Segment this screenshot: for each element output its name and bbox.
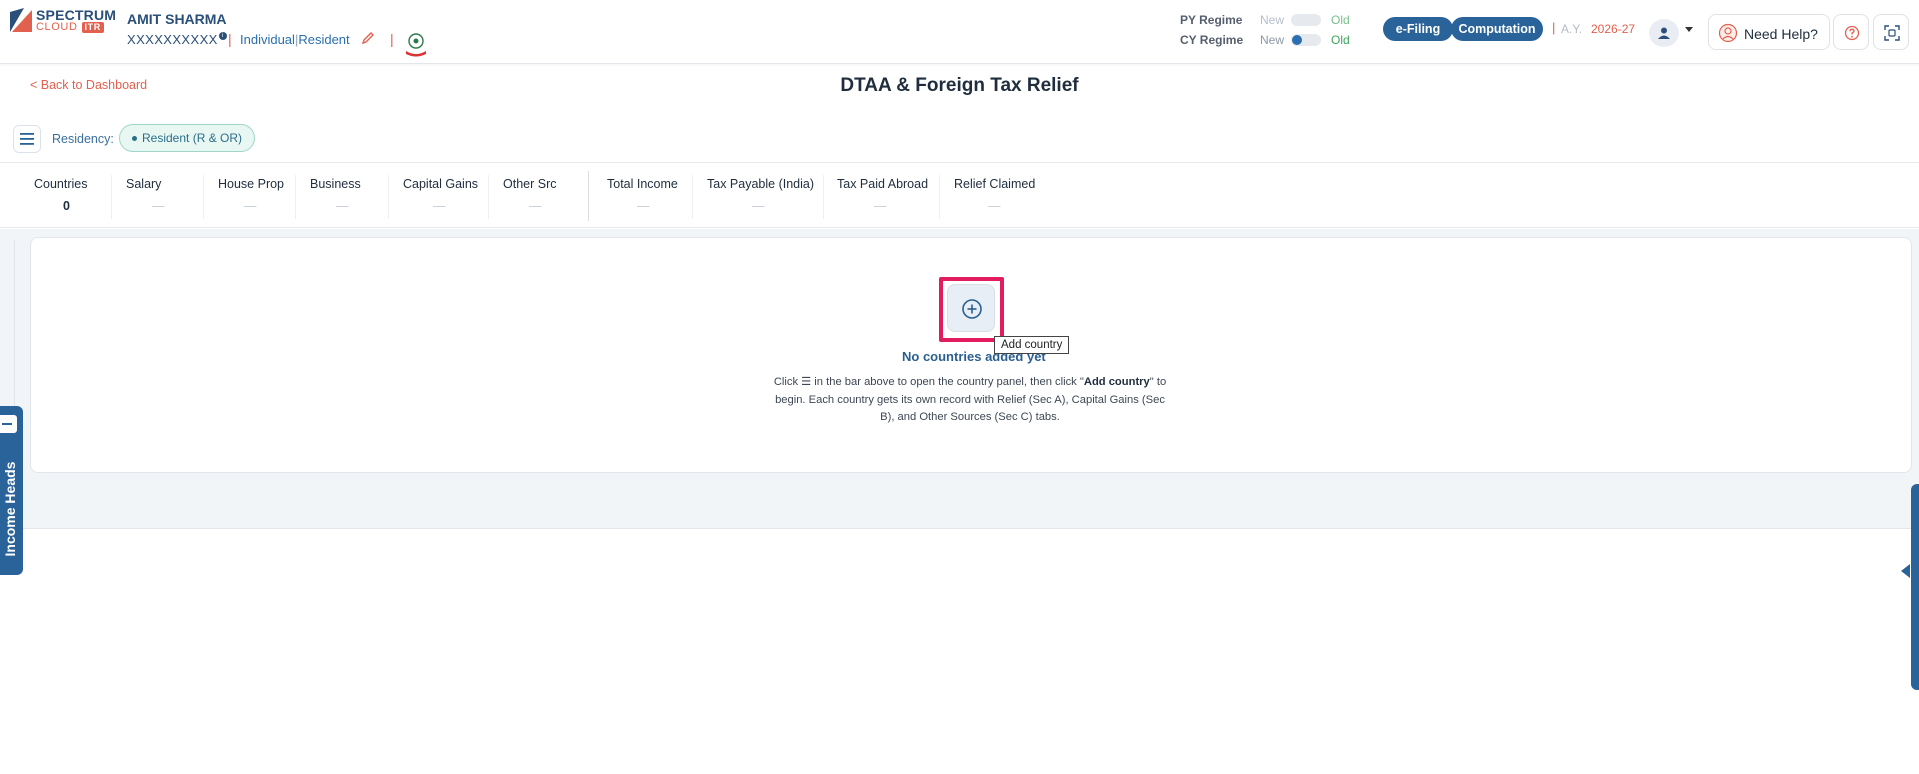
- ay-separator: |: [1552, 20, 1556, 35]
- separator-2: |: [390, 31, 394, 47]
- cy-regime-label: CY Regime: [1180, 33, 1244, 47]
- ay-value[interactable]: 2026-27: [1591, 22, 1635, 36]
- stat-value: —: [637, 199, 650, 213]
- chevron-down-icon[interactable]: [1685, 27, 1693, 32]
- scan-icon: [1884, 25, 1900, 41]
- separator: |: [228, 31, 232, 47]
- stat-label: Capital Gains: [403, 177, 479, 191]
- residency-label: Residency:: [52, 132, 114, 146]
- top-header: SPECTRUM CLOUD ITR AMIT SHARMA XXXXXXXXXX…: [0, 0, 1919, 64]
- efiling-button[interactable]: e-Filing: [1383, 17, 1453, 41]
- panel-divider: [14, 240, 15, 410]
- stat-value: —: [752, 199, 765, 213]
- income-heads-label: Income Heads: [2, 461, 18, 557]
- stat-label: Countries: [34, 177, 88, 191]
- stat-divider: [111, 175, 112, 219]
- status-dot: [132, 136, 137, 141]
- need-help-button[interactable]: Need Help?: [1708, 14, 1830, 50]
- cy-regime-old: Old: [1331, 33, 1350, 47]
- stat-divider: [203, 175, 204, 219]
- emblem-icon: [406, 33, 426, 57]
- stat-value: —: [152, 199, 165, 213]
- stat-label: Other Src: [503, 177, 557, 191]
- pencil-icon[interactable]: [361, 31, 375, 45]
- info-icon[interactable]: i: [218, 32, 227, 40]
- residency-status-label: Resident: [298, 32, 350, 47]
- stat-divider-main: [588, 171, 589, 221]
- empty-state-description: Click ☰ in the bar above to open the cou…: [770, 374, 1170, 427]
- support-agent-icon: [1718, 23, 1738, 43]
- add-country-button[interactable]: [947, 284, 995, 332]
- right-side-panel-tab[interactable]: [1911, 484, 1919, 690]
- stat-label: Business: [310, 177, 361, 191]
- category-label: Individual: [240, 32, 295, 47]
- pan-number: XXXXXXXXXX: [127, 32, 218, 47]
- question-circle-icon: [1844, 25, 1860, 41]
- chevron-left-icon[interactable]: [1901, 564, 1910, 578]
- stat-label: Salary: [126, 177, 162, 191]
- stat-divider: [692, 175, 693, 219]
- summary-stats-bar: Countries 0 Salary — House Prop — Busine…: [0, 162, 1919, 228]
- stat-value: —: [874, 199, 887, 213]
- computation-button[interactable]: Computation: [1451, 17, 1543, 41]
- stat-value: —: [988, 199, 1001, 213]
- need-help-label: Need Help?: [1744, 26, 1818, 42]
- stat-label: Tax Payable (India): [707, 177, 815, 191]
- stat-value: —: [336, 199, 349, 213]
- plus-circle-icon: [962, 299, 982, 319]
- ay-label: A.Y.: [1561, 22, 1583, 36]
- scan-button[interactable]: [1873, 14, 1909, 50]
- user-name: AMIT SHARMA: [127, 11, 227, 27]
- logo-mark-icon: [10, 8, 32, 32]
- user-menu-button[interactable]: [1649, 19, 1679, 47]
- py-regime-old: Old: [1331, 13, 1350, 27]
- logo-text-cloud: CLOUD ITR: [36, 21, 104, 33]
- spectrum-logo[interactable]: SPECTRUM CLOUD ITR: [10, 7, 116, 35]
- py-regime-new: New: [1260, 13, 1285, 27]
- country-panel-menu-button[interactable]: [13, 125, 41, 153]
- cy-regime-knob: [1292, 35, 1302, 45]
- cy-regime-new: New: [1260, 33, 1285, 47]
- help-button[interactable]: [1833, 14, 1869, 50]
- stat-divider: [295, 175, 296, 219]
- stat-label: House Prop: [218, 177, 285, 191]
- desc-part-1: Click ☰ in the bar above to open the cou…: [773, 376, 1084, 388]
- user-pan: XXXXXXXXXX i: [127, 32, 227, 47]
- residency-value: Resident (R & OR): [142, 131, 243, 145]
- residency-badge[interactable]: Resident (R & OR): [119, 124, 256, 152]
- cy-regime-switch[interactable]: [1291, 34, 1321, 46]
- page-title: DTAA & Foreign Tax Relief: [840, 75, 1079, 96]
- user-icon: [1658, 27, 1670, 39]
- stat-divider: [388, 175, 389, 219]
- stat-divider: [488, 175, 489, 219]
- logo-cloud-word: CLOUD: [36, 21, 78, 33]
- hamburger-icon: [20, 133, 34, 145]
- py-regime-switch[interactable]: [1291, 14, 1321, 26]
- stat-label: Total Income: [607, 177, 678, 191]
- collapse-icon[interactable]: [0, 415, 17, 433]
- stat-value: —: [433, 199, 446, 213]
- stat-label: Tax Paid Abroad: [837, 177, 929, 191]
- stat-divider: [939, 175, 940, 219]
- user-type[interactable]: Individual|Resident: [240, 32, 350, 47]
- stat-divider: [823, 175, 824, 219]
- add-country-tooltip: Add country: [994, 336, 1070, 354]
- py-regime-label: PY Regime: [1180, 13, 1243, 27]
- stat-value: 0: [63, 199, 70, 213]
- income-heads-tab[interactable]: Income Heads: [0, 406, 23, 575]
- stat-value: —: [529, 199, 542, 213]
- logo-itr-tag: ITR: [81, 22, 104, 33]
- stat-value: —: [244, 199, 257, 213]
- stat-label: Relief Claimed: [954, 177, 1036, 191]
- desc-bold: Add country: [1083, 376, 1150, 388]
